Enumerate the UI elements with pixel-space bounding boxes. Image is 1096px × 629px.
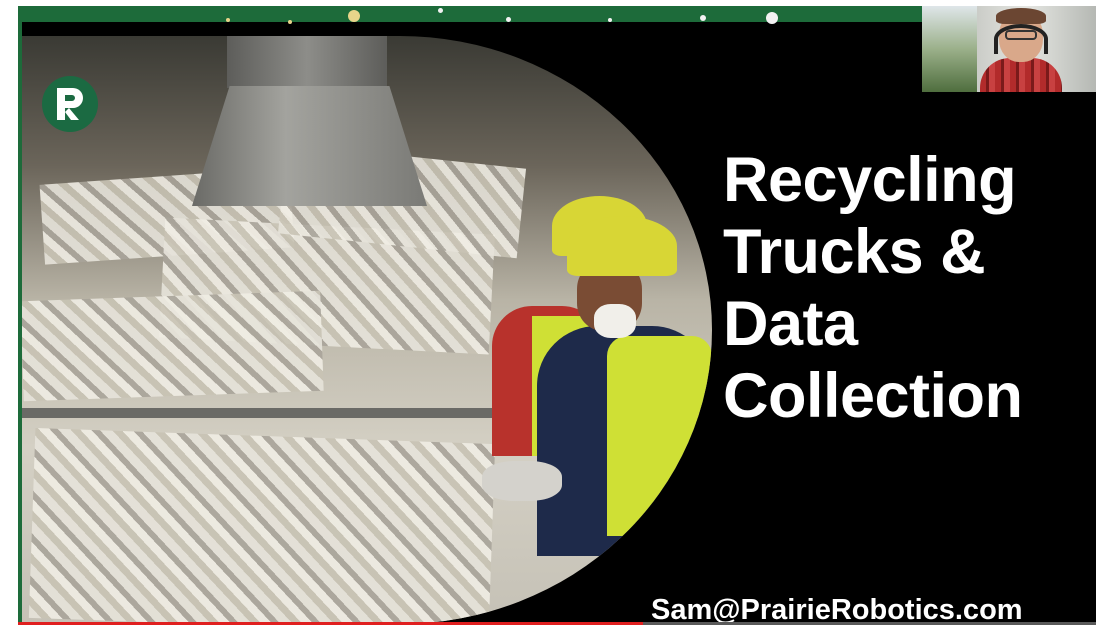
presenter-shirt <box>980 58 1062 92</box>
title-line: Data <box>723 289 858 359</box>
presenter-hair <box>996 8 1046 24</box>
conveyor-rail <box>22 408 532 418</box>
glasses-icon <box>1005 30 1037 40</box>
title-line: Recycling <box>723 145 1017 215</box>
webcam-window-background <box>922 6 977 92</box>
decor-dot <box>226 18 230 22</box>
presenter-webcam <box>922 6 1096 92</box>
decor-dot <box>288 20 292 24</box>
recycling-photo <box>22 36 712 624</box>
work-glove <box>482 461 562 501</box>
dust-mask <box>594 304 636 338</box>
decor-dot <box>700 15 706 21</box>
paper-debris <box>22 290 324 402</box>
dust-hood-pipe <box>227 36 387 88</box>
prairie-robotics-logo-icon <box>42 76 98 132</box>
decor-dot <box>348 10 360 22</box>
title-line: Trucks & <box>723 217 986 287</box>
decor-dot <box>506 17 511 22</box>
decor-dot <box>608 18 612 22</box>
video-frame[interactable]: Recycling Trucks & Data Collection Sam@P… <box>18 6 1096 624</box>
hard-hat <box>567 216 677 276</box>
video-progress-bar[interactable] <box>18 622 1096 625</box>
safety-vest <box>607 336 712 536</box>
paper-debris <box>28 428 496 624</box>
contact-email: Sam@PrairieRobotics.com <box>651 594 1023 624</box>
logo-glyph <box>57 88 83 120</box>
title-line: Collection <box>723 361 1023 431</box>
video-progress-fill <box>18 622 644 625</box>
decor-dot <box>766 12 778 24</box>
slide-title: Recycling Trucks & Data Collection <box>723 144 1096 432</box>
dust-hood <box>192 86 427 206</box>
decor-dot <box>438 8 443 13</box>
